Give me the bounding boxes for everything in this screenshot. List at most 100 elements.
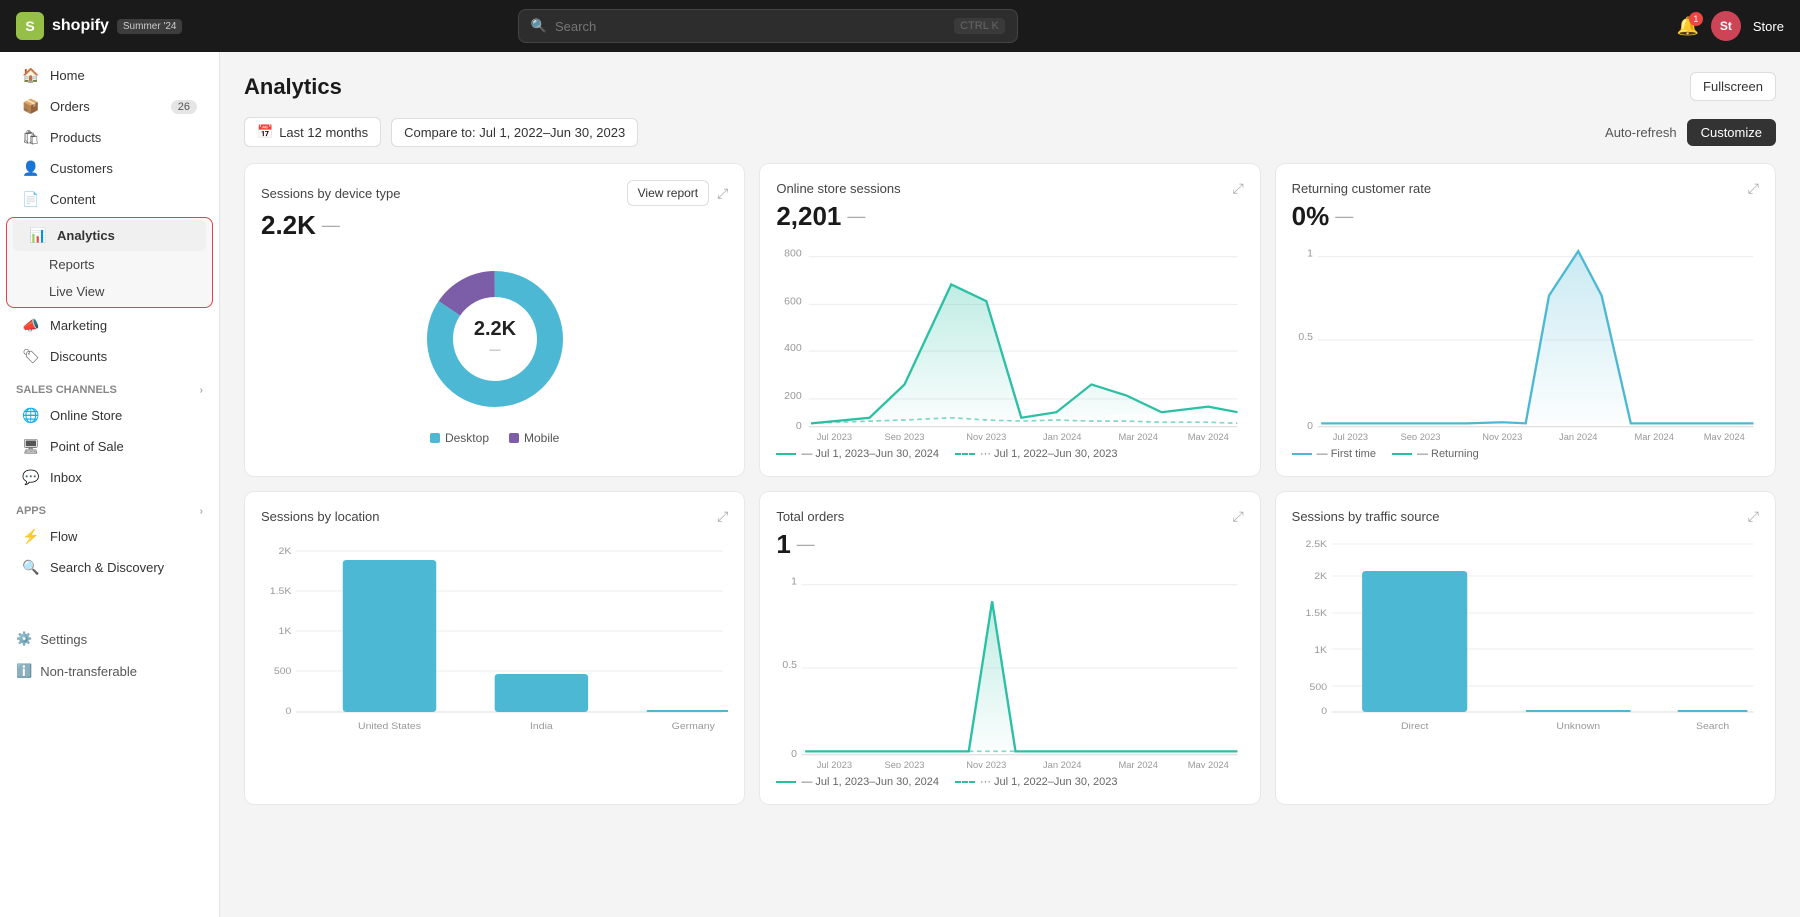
sessions-by-location-card: Sessions by location ⤢ 2K 1.5K 1K 500 0 <box>244 491 745 805</box>
sidebar-item-discounts[interactable]: 🏷 Discounts <box>6 341 213 372</box>
orders-icon: 📦 <box>22 98 40 115</box>
search-discovery-icon: 🔍 <box>22 559 40 576</box>
sidebar-item-search-discovery[interactable]: 🔍 Search & Discovery <box>6 552 213 583</box>
sidebar-item-analytics[interactable]: 📊 Analytics <box>13 220 206 251</box>
svg-text:Jan 2024: Jan 2024 <box>1043 760 1081 768</box>
topnav-right: 🔔 1 St Store <box>1676 11 1784 41</box>
sidebar-item-label: Analytics <box>57 228 115 243</box>
chart-expand-icon[interactable]: ⤢ <box>717 508 728 525</box>
sidebar-item-home[interactable]: 🏠 Home <box>6 60 213 91</box>
compare-filter-button[interactable]: Compare to: Jul 1, 2022–Jun 30, 2023 <box>391 118 638 147</box>
chart-expand-icon[interactable]: ⤢ <box>1748 180 1759 197</box>
apps-label: Apps <box>16 505 46 517</box>
fullscreen-button[interactable]: Fullscreen <box>1690 72 1776 101</box>
sidebar-item-reports[interactable]: Reports <box>13 251 206 278</box>
svg-text:India: India <box>530 722 553 732</box>
info-icon: ℹ️ <box>16 663 32 679</box>
notification-badge: 1 <box>1689 12 1703 26</box>
apps-expand[interactable]: › <box>200 506 203 517</box>
svg-text:May 2024: May 2024 <box>1703 432 1744 440</box>
sidebar-item-online-store[interactable]: 🌐 Online Store <box>6 400 213 431</box>
svg-text:Nov 2023: Nov 2023 <box>967 760 1007 768</box>
desktop-legend-dot <box>430 433 440 443</box>
sidebar-item-inbox[interactable]: 💬 Inbox <box>6 462 213 493</box>
svg-text:0: 0 <box>792 749 798 760</box>
sidebar-item-content[interactable]: 📄 Content <box>6 184 213 215</box>
live-view-label: Live View <box>49 284 104 299</box>
sessions-by-device-title: Sessions by device type View report ⤢ <box>261 180 728 206</box>
svg-text:Jul 2023: Jul 2023 <box>817 432 852 440</box>
customers-icon: 👤 <box>22 160 40 177</box>
orders-line-svg: 1 0.5 0 Jul 2023 Sep 2023 Nov 2023 Jan 2… <box>776 568 1243 768</box>
sidebar-item-live-view[interactable]: Live View <box>13 278 206 305</box>
sidebar-item-customers[interactable]: 👤 Customers <box>6 153 213 184</box>
sidebar-item-label: Inbox <box>50 470 82 485</box>
sidebar-item-products[interactable]: 🛍 Products <box>6 122 213 153</box>
filter-bar: 📅 Last 12 months Compare to: Jul 1, 2022… <box>244 117 1776 147</box>
logo-area[interactable]: S shopify Summer '24 <box>16 12 182 40</box>
svg-text:0.5: 0.5 <box>783 660 798 671</box>
search-shortcut: CTRL K <box>954 18 1005 34</box>
sessions-by-device-card: Sessions by device type View report ⤢ 2.… <box>244 163 745 477</box>
total-orders-line-chart: 1 0.5 0 Jul 2023 Sep 2023 Nov 2023 Jan 2… <box>776 568 1243 768</box>
svg-text:United States: United States <box>358 722 421 732</box>
notifications-button[interactable]: 🔔 1 <box>1676 16 1698 37</box>
sidebar-item-orders[interactable]: 📦 Orders 26 <box>6 91 213 122</box>
svg-text:1: 1 <box>1307 249 1313 260</box>
sales-channels-expand[interactable]: › <box>200 385 203 396</box>
chart-expand-icon[interactable]: ⤢ <box>1748 508 1759 525</box>
store-avatar[interactable]: St <box>1711 11 1741 41</box>
svg-text:1: 1 <box>792 577 798 588</box>
sidebar-item-label: Orders <box>50 99 90 114</box>
svg-text:Sep 2023: Sep 2023 <box>885 760 925 768</box>
svg-text:Sep 2023: Sep 2023 <box>885 432 925 440</box>
orders-badge: 26 <box>171 100 197 114</box>
sidebar-item-flow[interactable]: ⚡ Flow <box>6 521 213 552</box>
sidebar-item-label: Discounts <box>50 349 107 364</box>
search-input[interactable] <box>555 19 946 34</box>
svg-text:600: 600 <box>784 297 802 308</box>
donut-svg: 2.2K — <box>415 259 575 419</box>
sidebar-settings[interactable]: ⚙️ Settings <box>0 623 219 655</box>
sidebar-item-label: Customers <box>50 161 113 176</box>
shopify-logo-icon: S <box>16 12 44 40</box>
svg-text:0: 0 <box>1307 421 1313 432</box>
svg-text:Nov 2023: Nov 2023 <box>967 432 1007 440</box>
svg-text:Jan 2024: Jan 2024 <box>1559 432 1597 440</box>
online-store-sessions-value: 2,201 — <box>776 201 1243 232</box>
returning-customer-rate-card: Returning customer rate ⤢ 0% — 1 0.5 0 <box>1275 163 1776 477</box>
sidebar-item-point-of-sale[interactable]: 🖥 Point of Sale <box>6 431 213 462</box>
line-svg: 800 600 400 200 0 Jul 2023 Sep 2023 <box>776 240 1243 440</box>
sidebar-item-marketing[interactable]: 📣 Marketing <box>6 310 213 341</box>
svg-text:Jul 2023: Jul 2023 <box>1332 432 1367 440</box>
pos-icon: 🖥 <box>22 438 40 455</box>
calendar-icon: 📅 <box>257 124 273 140</box>
returning-rate-legend: — First time — Returning <box>1292 448 1759 460</box>
compare-filter-label: Compare to: Jul 1, 2022–Jun 30, 2023 <box>404 125 625 140</box>
svg-text:May 2024: May 2024 <box>1188 432 1229 440</box>
total-orders-legend: — Jul 1, 2023–Jun 30, 2024 ··· Jul 1, 20… <box>776 776 1243 788</box>
svg-text:Direct: Direct <box>1401 722 1429 732</box>
svg-text:1.5K: 1.5K <box>270 587 292 597</box>
search-icon: 🔍 <box>531 18 547 34</box>
content-icon: 📄 <box>22 191 40 208</box>
discounts-icon: 🏷 <box>22 348 40 365</box>
sessions-location-bar-chart: 2K 1.5K 1K 500 0 <box>261 529 728 729</box>
date-filter-button[interactable]: 📅 Last 12 months <box>244 117 381 147</box>
chart-expand-icon[interactable]: ⤢ <box>1232 180 1243 197</box>
online-store-icon: 🌐 <box>22 407 40 424</box>
charts-grid: Sessions by device type View report ⤢ 2.… <box>244 163 1776 805</box>
svg-text:2K: 2K <box>1314 572 1327 582</box>
store-label[interactable]: Store <box>1753 19 1784 34</box>
sidebar-non-transferable[interactable]: ℹ️ Non-transferable <box>0 655 219 687</box>
svg-text:Nov 2023: Nov 2023 <box>1482 432 1522 440</box>
svg-text:Search: Search <box>1696 722 1729 732</box>
chart-expand-icon[interactable]: ⤢ <box>717 185 728 202</box>
svg-text:Mar 2024: Mar 2024 <box>1119 432 1158 440</box>
chart-expand-icon[interactable]: ⤢ <box>1232 508 1243 525</box>
date-filter-label: Last 12 months <box>279 125 368 140</box>
search-bar[interactable]: 🔍 CTRL K <box>518 9 1018 43</box>
view-report-button[interactable]: View report <box>627 180 709 206</box>
legend-first-time: — First time <box>1292 448 1376 460</box>
customize-button[interactable]: Customize <box>1687 119 1776 146</box>
